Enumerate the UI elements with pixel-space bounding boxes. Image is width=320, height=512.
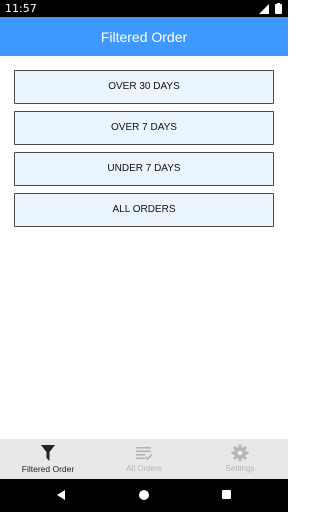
list-check-icon [136,447,153,461]
signal-icon [259,4,269,14]
system-nav-bar [0,479,288,512]
filter-list: OVER 30 DAYS OVER 7 DAYS UNDER 7 DAYS AL… [14,70,274,234]
screen: 11:57 Filtered Order OVER 30 DAYS OVER 7… [0,0,288,512]
gear-icon [231,444,249,462]
home-icon[interactable] [139,490,149,500]
page-title: Filtered Order [100,29,188,45]
status-time: 11:57 [5,2,37,15]
nav-item-filtered-order[interactable]: Filtered Order [0,439,96,479]
under-7-days-button[interactable]: UNDER 7 DAYS [14,152,274,186]
filter-icon [41,445,55,461]
over-30-days-button[interactable]: OVER 30 DAYS [14,70,274,104]
all-orders-button[interactable]: ALL ORDERS [14,193,274,227]
status-bar: 11:57 [0,0,288,17]
nav-item-settings[interactable]: Settings [192,439,288,479]
battery-icon [275,3,282,14]
nav-label-all-orders: All Orders [126,464,162,473]
recent-apps-icon[interactable] [222,490,231,499]
back-icon[interactable] [57,490,65,500]
over-7-days-button[interactable]: OVER 7 DAYS [14,111,274,145]
bottom-nav: Filtered Order All Orders Settings [0,439,288,479]
nav-label-settings: Settings [225,464,255,473]
app-bar: Filtered Order [0,17,288,56]
nav-item-all-orders[interactable]: All Orders [96,439,192,479]
nav-label-filtered-order: Filtered Order [21,464,75,474]
